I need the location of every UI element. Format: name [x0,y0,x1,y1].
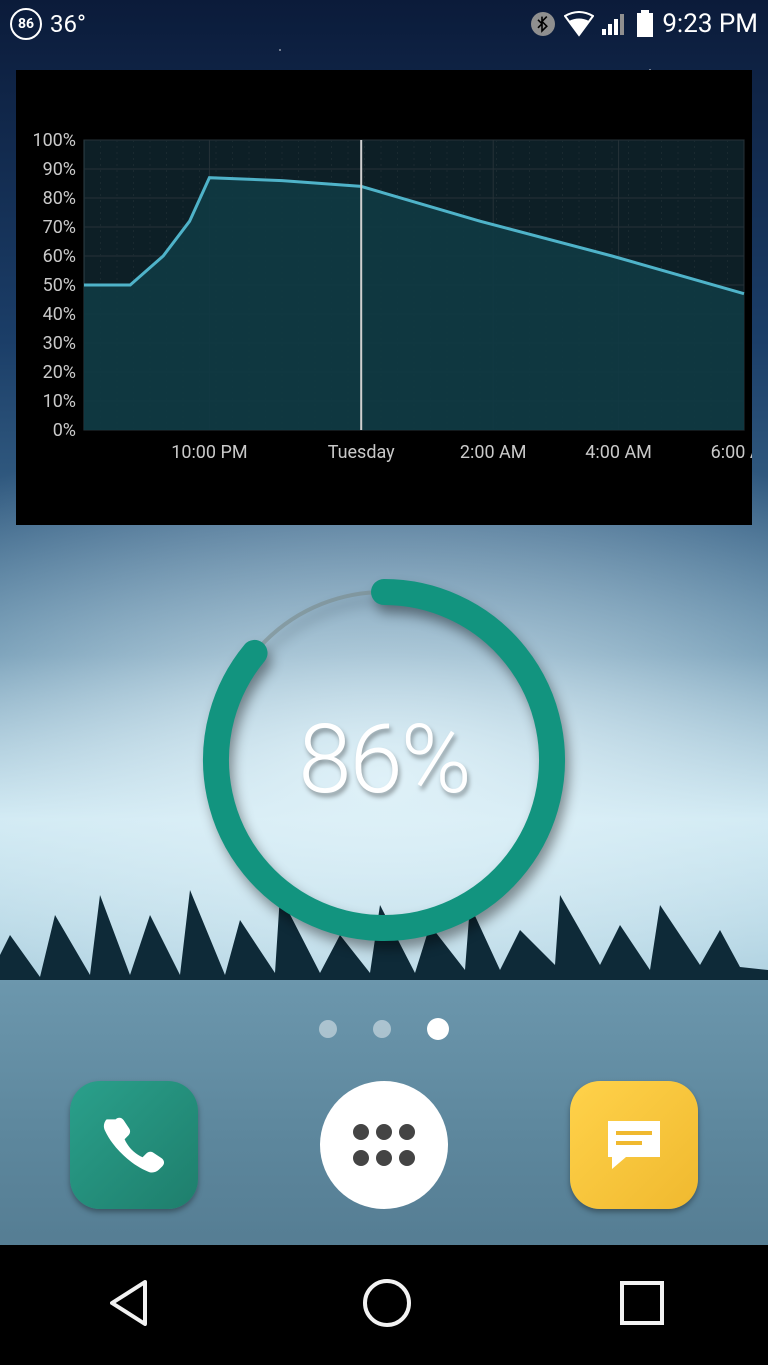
svg-text:70%: 70% [43,217,76,238]
svg-text:60%: 60% [43,246,76,267]
svg-text:100%: 100% [32,130,76,151]
nav-back-button[interactable] [100,1274,158,1336]
svg-text:0%: 0% [53,420,76,441]
svg-text:80%: 80% [43,188,76,209]
battery-ring-label: 86% [184,560,584,960]
nav-home-button[interactable] [358,1274,416,1336]
svg-text:50%: 50% [43,275,76,296]
chat-icon [598,1109,670,1181]
app-drawer-button[interactable] [320,1081,448,1209]
bluetooth-icon [530,11,556,37]
navigation-bar [0,1245,768,1365]
status-bar[interactable]: 86 36° 9:23 PM [0,0,768,48]
battery-icon [636,10,654,38]
back-icon [100,1274,158,1332]
svg-text:10:00 PM: 10:00 PM [171,442,247,463]
svg-text:30%: 30% [43,333,76,354]
page-indicator[interactable] [0,1020,768,1040]
page-dot[interactable] [319,1020,337,1038]
svg-text:10%: 10% [43,391,76,412]
battery-badge-value: 86 [18,16,34,32]
svg-text:4:00 AM: 4:00 AM [585,442,652,463]
svg-text:40%: 40% [43,304,76,325]
wifi-icon [564,11,594,37]
temperature: 36° [50,10,86,38]
messaging-app[interactable] [570,1081,698,1209]
svg-text:90%: 90% [43,159,76,180]
battery-badge-icon: 86 [10,8,42,40]
clock: 9:23 PM [662,9,758,39]
svg-text:2:00 AM: 2:00 AM [460,442,527,463]
nav-recents-button[interactable] [616,1277,668,1333]
battery-ring-widget[interactable]: 86% [184,560,584,960]
dock [0,1060,768,1230]
svg-text:20%: 20% [43,362,76,383]
page-dot[interactable] [373,1020,391,1038]
phone-icon [101,1112,167,1178]
page-dot[interactable] [427,1018,449,1040]
home-icon [358,1274,416,1332]
signal-icon [602,11,628,37]
phone-app[interactable] [70,1081,198,1209]
svg-text:Tuesday: Tuesday [328,442,395,463]
grid-icon [349,1120,419,1170]
recents-icon [616,1277,668,1329]
svg-text:6:00 AM: 6:00 AM [711,442,752,463]
battery-chart-widget[interactable]: 100% 90% 80% 70% 60% 50% 40% 30% 20% 10% 0% 10:00 P… [16,70,752,525]
